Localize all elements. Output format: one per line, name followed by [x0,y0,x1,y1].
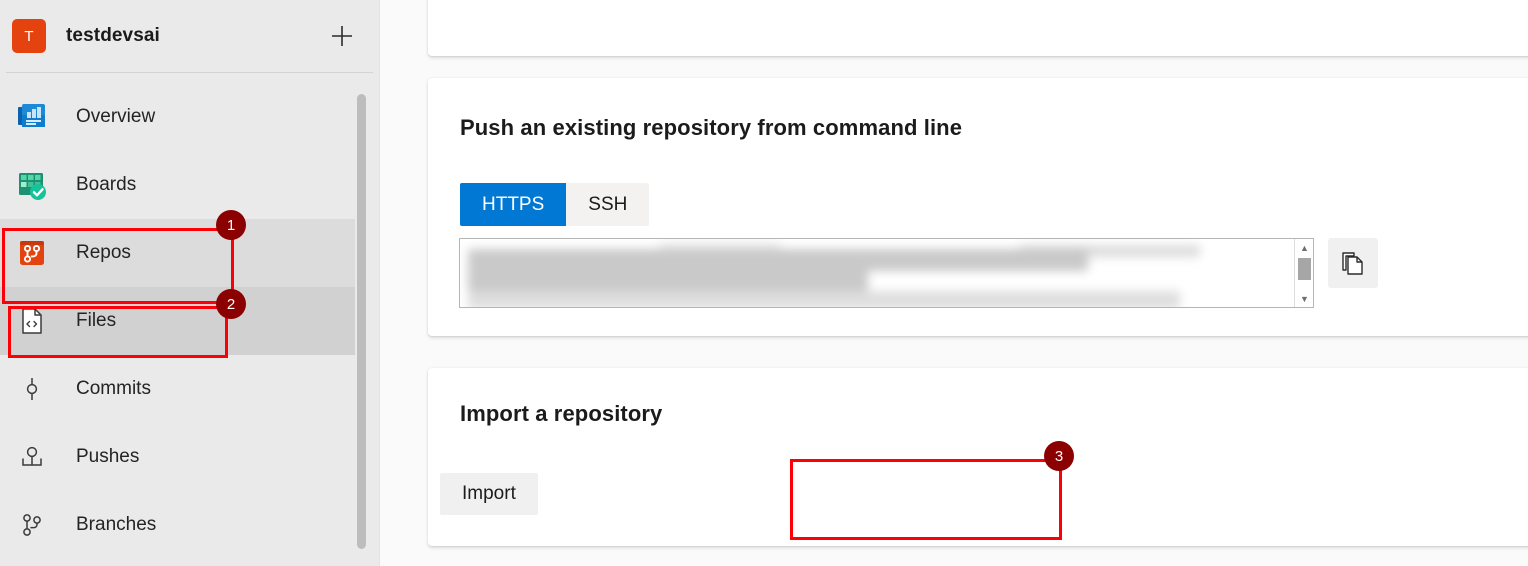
sidebar-item-label: Overview [76,106,156,127]
import-button[interactable]: Import [440,473,538,515]
scroll-up-arrow-icon[interactable]: ▲ [1295,239,1313,256]
plus-icon[interactable] [327,21,357,51]
command-textbox[interactable]: ▲ ▼ [459,238,1314,308]
protocol-tabs: HTTPS SSH [460,183,650,226]
redacted-command-text [460,239,1313,307]
project-avatar: T [12,19,46,53]
commit-icon [14,371,50,407]
project-sidebar: T testdevsai Overview Boards Repos Files… [0,0,380,566]
project-header[interactable]: T testdevsai [0,0,379,72]
sidebar-item-pushes[interactable]: Pushes [0,423,355,491]
command-scrollbar[interactable]: ▲ ▼ [1294,239,1313,307]
sidebar-item-label: Commits [76,378,151,399]
sidebar-item-branches[interactable]: Branches [0,491,355,559]
push-existing-repository-card: Push an existing repository from command… [428,78,1528,336]
overview-dashboard-icon [14,99,50,135]
main-content: Windows command line. Push an existing r… [380,0,1528,566]
annotation-badge-1: 1 [216,210,246,240]
tab-ssh[interactable]: SSH [566,183,649,226]
annotation-badge-2: 2 [216,289,246,319]
sidebar-item-label: Pushes [76,446,140,467]
sidebar-item-label: Branches [76,514,157,535]
tab-https[interactable]: HTTPS [460,183,567,226]
branches-icon [14,507,50,543]
command-scrollbar-thumb[interactable] [1298,258,1311,280]
sidebar-item-commits[interactable]: Commits [0,355,355,423]
push-card-title: Push an existing repository from command… [460,115,963,140]
sidebar-item-overview[interactable]: Overview [0,83,355,151]
sidebar-item-boards[interactable]: Boards [0,151,355,219]
command-row: ▲ ▼ [459,238,1378,308]
import-card-title: Import a repository [460,401,663,426]
azure-devops-repo-page: T testdevsai Overview Boards Repos Files… [0,0,1528,566]
command-line-card: Windows command line. [428,0,1528,56]
scroll-down-arrow-icon[interactable]: ▼ [1295,290,1313,307]
sidebar-scrollbar[interactable] [357,78,366,564]
sidebar-item-label: Boards [76,174,137,195]
sidebar-scrollbar-thumb[interactable] [357,94,366,549]
sidebar-item-partial[interactable] [0,559,355,566]
boards-grid-check-icon [14,167,50,203]
copy-pages-icon[interactable] [1328,238,1378,288]
annotation-box-2 [8,306,228,358]
annotation-box-1 [2,228,234,304]
annotation-badge-3: 3 [1044,441,1074,471]
project-name: testdevsai [66,25,160,46]
push-icon [14,439,50,475]
annotation-box-3 [790,459,1062,540]
